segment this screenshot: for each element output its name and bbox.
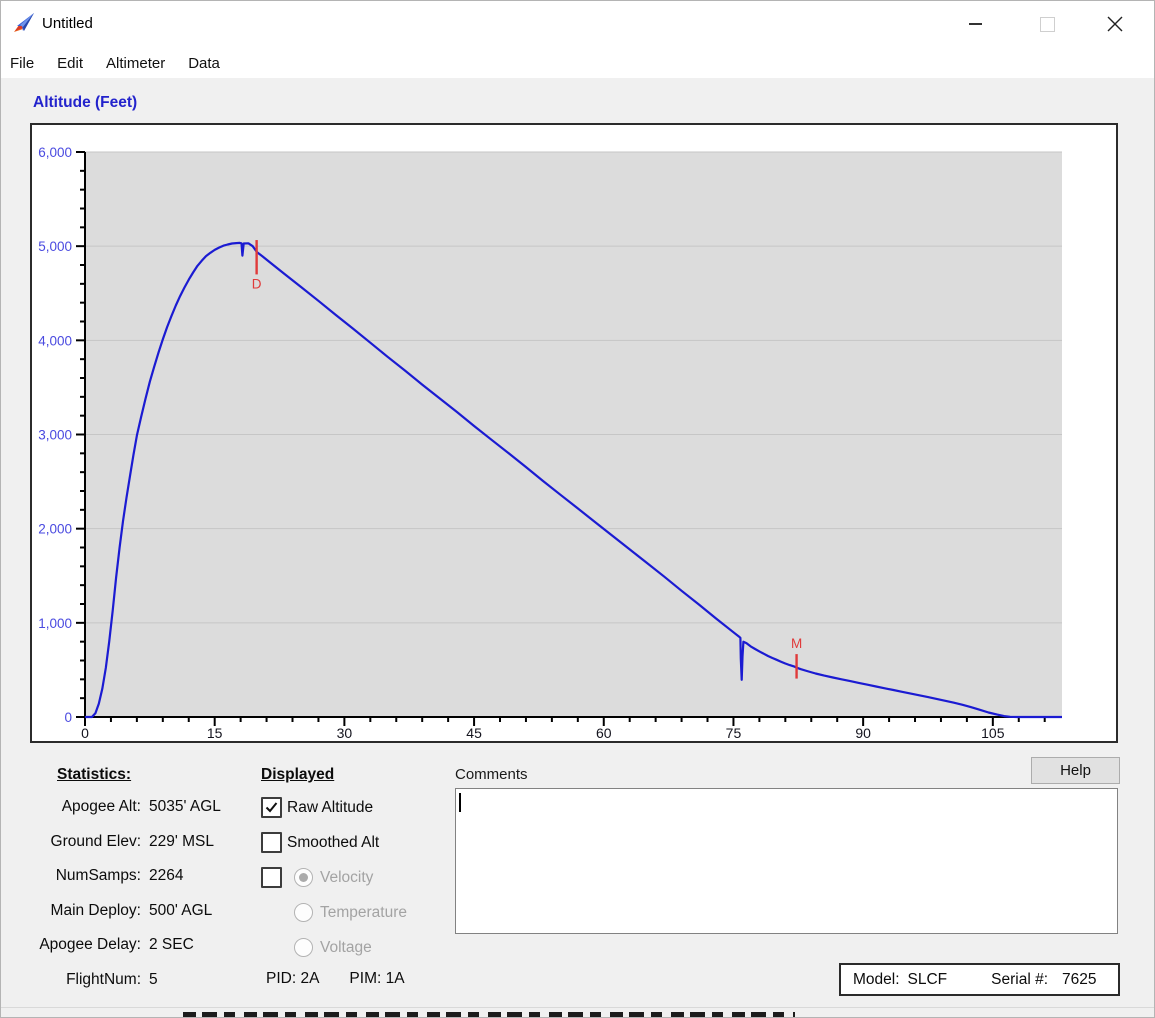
velocity-label: Velocity xyxy=(320,869,373,887)
stat-value: 500' AGL xyxy=(149,902,212,920)
menu-edit[interactable]: Edit xyxy=(57,55,83,72)
temperature-radio xyxy=(294,903,313,922)
window-title: Untitled xyxy=(42,15,93,32)
checkmark-icon xyxy=(264,800,279,815)
temperature-label: Temperature xyxy=(320,904,407,922)
stat-label: Main Deploy: xyxy=(22,902,141,920)
svg-text:90: 90 xyxy=(855,725,871,741)
svg-text:4,000: 4,000 xyxy=(38,333,72,348)
svg-text:15: 15 xyxy=(207,725,223,741)
minimize-icon xyxy=(969,23,982,25)
altitude-chart-container: 0 1,000 2,000 3,000 4,000 5,000 6,000 0 15 30 45 60… xyxy=(30,123,1118,743)
raw-altitude-label: Raw Altitude xyxy=(287,799,373,817)
close-icon xyxy=(1107,16,1123,32)
statistics-header: Statistics: xyxy=(57,766,131,784)
stat-label: Ground Elev: xyxy=(22,833,141,851)
stat-value: 229' MSL xyxy=(149,833,214,851)
menu-data[interactable]: Data xyxy=(188,55,220,72)
altitude-chart: 0 1,000 2,000 3,000 4,000 5,000 6,000 0 15 30 45 60… xyxy=(32,125,1116,741)
displayed-header: Displayed xyxy=(261,766,334,784)
chart-title: Altitude (Feet) xyxy=(33,94,137,112)
clipped-text-fragment xyxy=(183,1012,795,1018)
help-button[interactable]: Help xyxy=(1031,757,1120,784)
svg-text:1,000: 1,000 xyxy=(38,616,72,631)
smoothed-alt-label: Smoothed Alt xyxy=(287,834,379,852)
svg-text:0: 0 xyxy=(64,710,72,725)
minimize-button[interactable] xyxy=(952,0,998,48)
svg-text:60: 60 xyxy=(596,725,612,741)
voltage-radio xyxy=(294,938,313,957)
close-button[interactable] xyxy=(1092,0,1138,48)
smoothed-alt-checkbox[interactable] xyxy=(261,832,282,853)
svg-text:D: D xyxy=(252,276,262,291)
svg-text:30: 30 xyxy=(337,725,353,741)
model-label: Model: xyxy=(853,971,900,989)
serial-value: 7625 xyxy=(1062,971,1096,989)
menu-altimeter[interactable]: Altimeter xyxy=(106,55,165,72)
model-value: SLCF xyxy=(908,971,948,989)
svg-text:75: 75 xyxy=(726,725,742,741)
stat-label: Apogee Alt: xyxy=(22,798,141,816)
stat-label: FlightNum: xyxy=(22,971,141,989)
text-caret xyxy=(459,793,461,812)
svg-text:3,000: 3,000 xyxy=(38,428,72,443)
stat-value: 5035' AGL xyxy=(149,798,221,816)
stat-value: 5 xyxy=(149,971,158,989)
svg-text:45: 45 xyxy=(466,725,482,741)
svg-text:105: 105 xyxy=(981,725,1005,741)
menu-bar: File Edit Altimeter Data xyxy=(0,48,1155,78)
svg-text:2,000: 2,000 xyxy=(38,522,72,537)
stat-value: 2 SEC xyxy=(149,936,194,954)
radio-dot xyxy=(299,873,308,882)
maximize-icon xyxy=(1040,17,1055,32)
rocket-icon xyxy=(10,11,37,38)
stat-label: NumSamps: xyxy=(22,867,141,885)
svg-text:6,000: 6,000 xyxy=(38,145,72,160)
comments-textarea[interactable] xyxy=(455,788,1118,934)
stat-value: 2264 xyxy=(149,867,183,885)
svg-text:M: M xyxy=(791,636,802,651)
svg-text:0: 0 xyxy=(81,725,89,741)
maximize-button xyxy=(1024,0,1070,48)
velocity-checkbox[interactable] xyxy=(261,867,282,888)
raw-altitude-checkbox[interactable] xyxy=(261,797,282,818)
title-bar: Untitled xyxy=(0,0,1155,48)
serial-label: Serial #: xyxy=(991,971,1048,989)
stat-label: Apogee Delay: xyxy=(22,936,141,954)
svg-text:5,000: 5,000 xyxy=(38,239,72,254)
device-info-box: Model: SLCF Serial #: 7625 xyxy=(839,963,1120,996)
pid-value: PID: 2A xyxy=(266,970,319,987)
comments-label: Comments xyxy=(455,766,528,783)
pid-pim-row: PID: 2A PIM: 1A xyxy=(266,970,435,988)
velocity-radio xyxy=(294,868,313,887)
pim-value: PIM: 1A xyxy=(349,970,404,987)
menu-file[interactable]: File xyxy=(10,55,34,72)
voltage-label: Voltage xyxy=(320,939,372,957)
bottom-divider xyxy=(0,1007,1155,1008)
